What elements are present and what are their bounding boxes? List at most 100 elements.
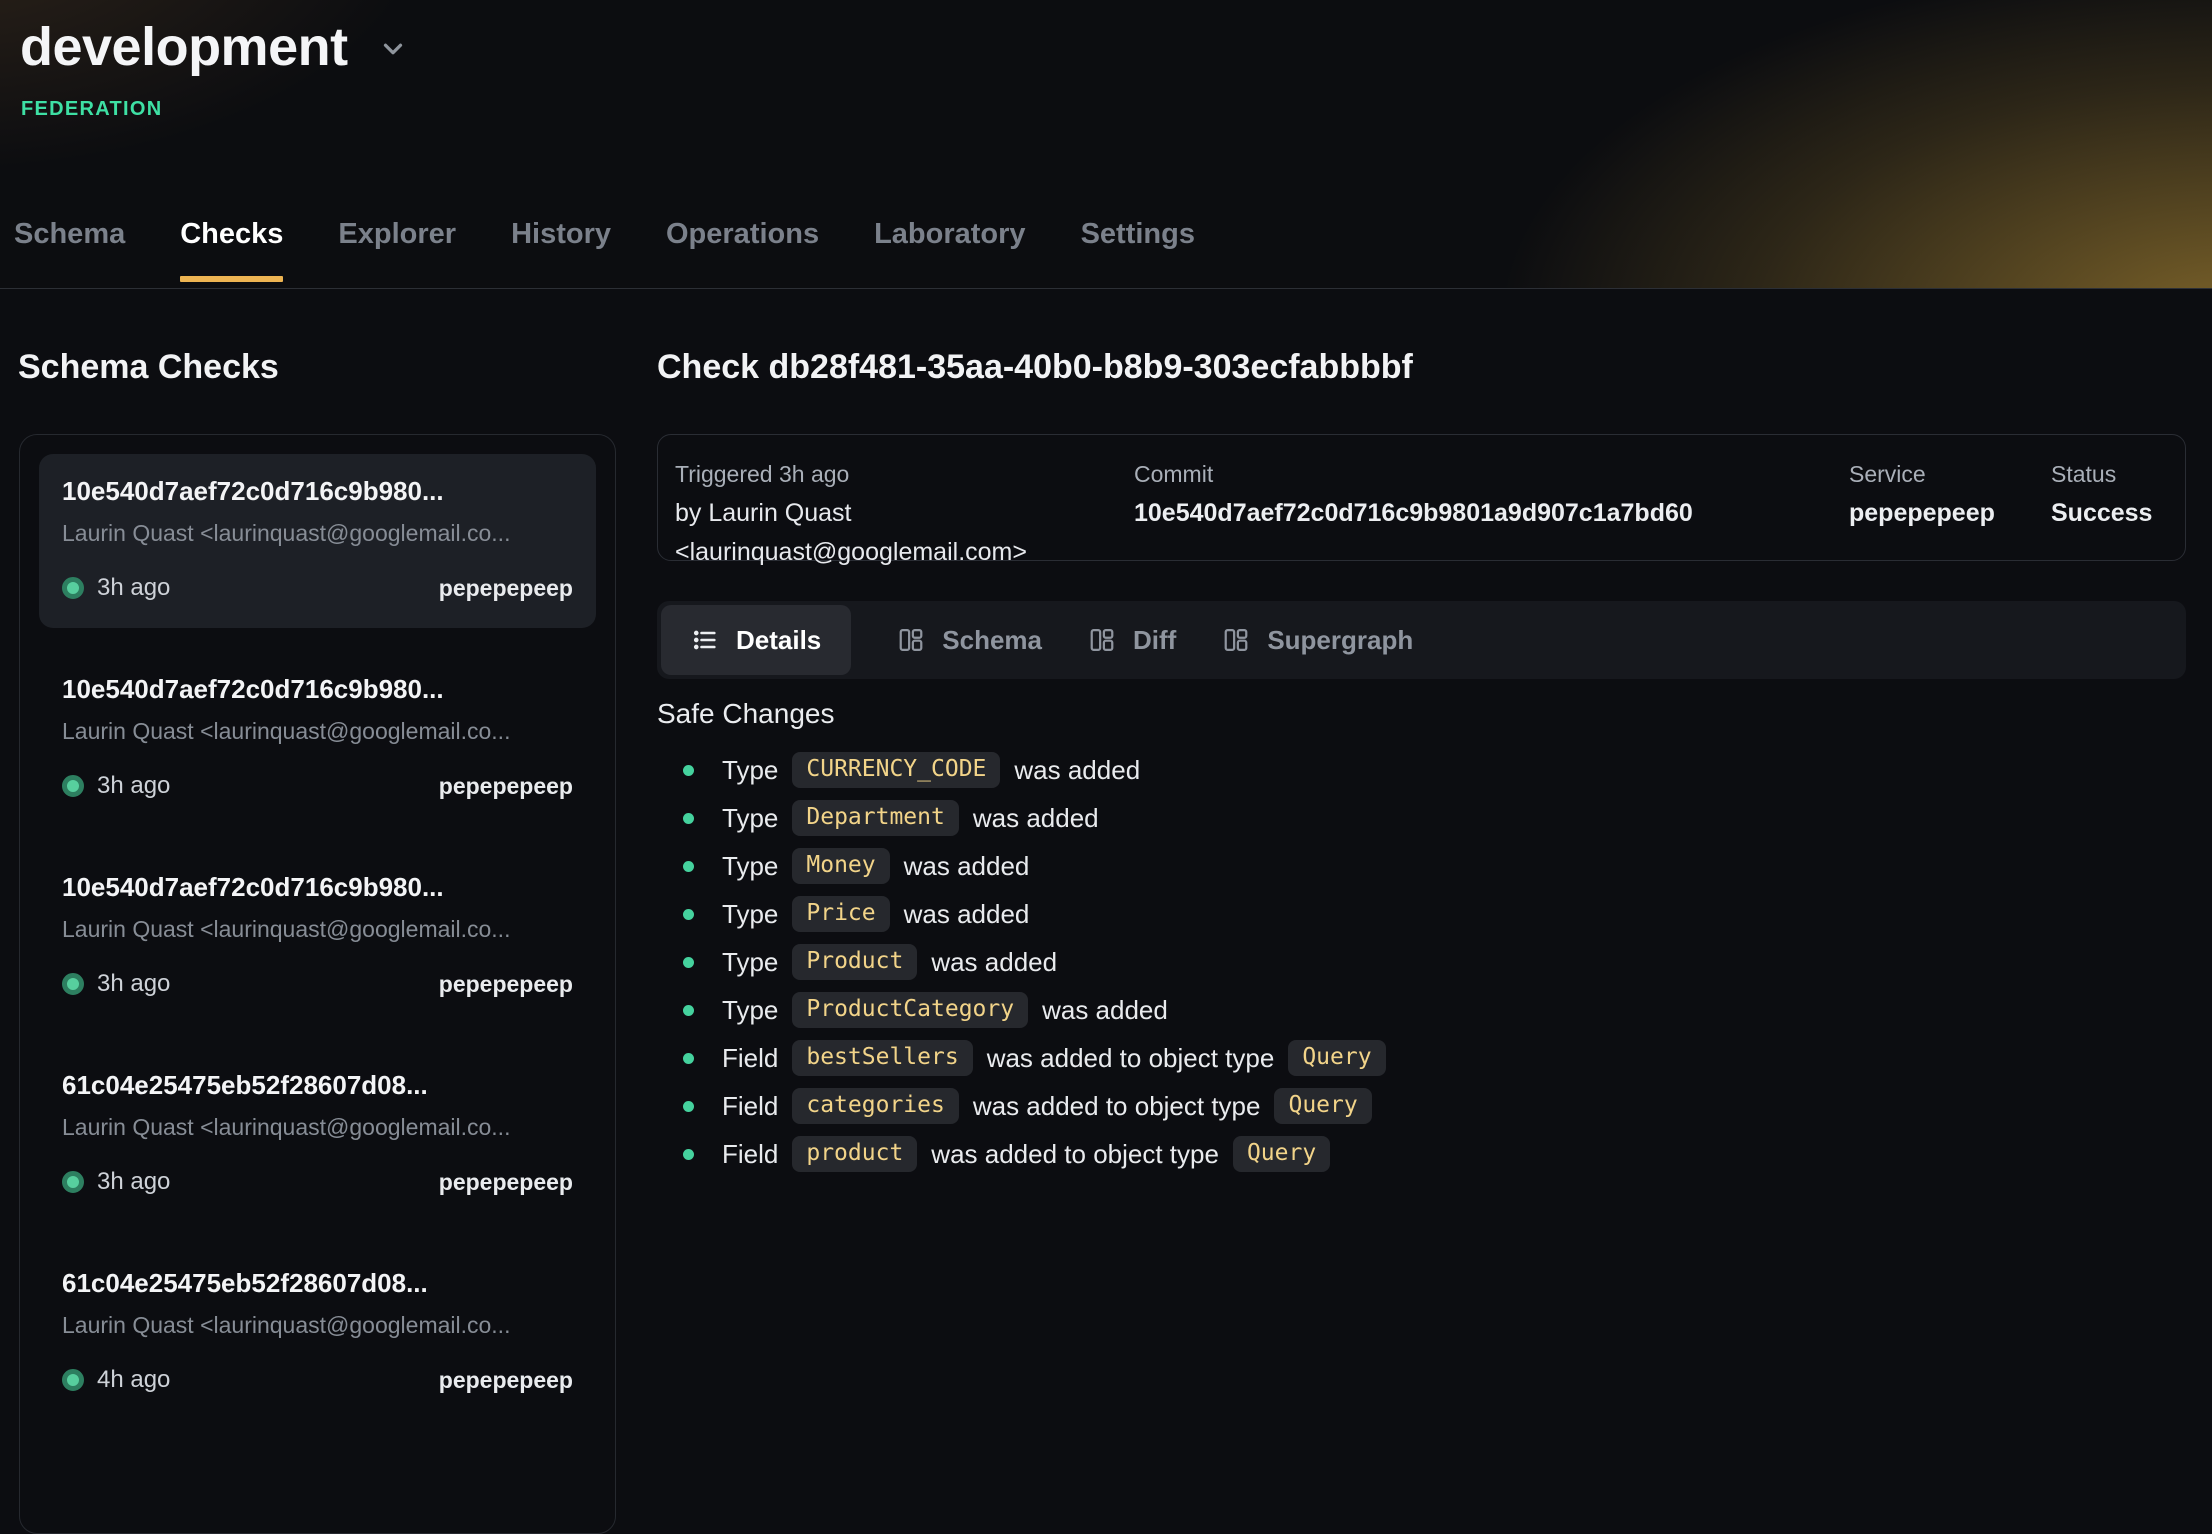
check-hash: 10e540d7aef72c0d716c9b980... bbox=[62, 476, 573, 507]
change-text: was added bbox=[931, 947, 1057, 978]
check-time-row: 3h ago bbox=[62, 574, 170, 602]
change-kind: Type bbox=[722, 947, 778, 978]
nav-tab-checks[interactable]: Checks bbox=[180, 218, 283, 288]
check-author: Laurin Quast <laurinquast@googlemail.co.… bbox=[62, 1312, 573, 1339]
nav-tab-explorer[interactable]: Explorer bbox=[338, 218, 456, 288]
change-row: Type Money was added bbox=[657, 842, 1400, 890]
bullet-icon bbox=[683, 957, 694, 968]
check-time: 3h ago bbox=[97, 1168, 170, 1196]
page-title: development bbox=[20, 16, 348, 78]
change-code-chip: Product bbox=[792, 944, 917, 980]
check-meta-box: Triggered 3h ago by Laurin Quast <laurin… bbox=[657, 434, 2186, 561]
change-text: was added to object type bbox=[973, 1091, 1261, 1122]
schema-check-list-item[interactable]: 10e540d7aef72c0d716c9b980... Laurin Quas… bbox=[39, 652, 596, 826]
check-hash: 10e540d7aef72c0d716c9b980... bbox=[62, 674, 573, 705]
bullet-icon bbox=[683, 909, 694, 920]
bullet-icon bbox=[683, 1149, 694, 1160]
change-text: was added bbox=[1014, 755, 1140, 786]
schema-checks-list: 10e540d7aef72c0d716c9b980... Laurin Quas… bbox=[19, 434, 616, 1534]
change-code-chip: ProductCategory bbox=[792, 992, 1028, 1028]
change-code-chip: Money bbox=[792, 848, 889, 884]
change-kind: Type bbox=[722, 995, 778, 1026]
bullet-icon bbox=[683, 1053, 694, 1064]
bullet-icon bbox=[683, 1101, 694, 1112]
check-footer: 3h ago pepepepeep bbox=[62, 574, 573, 602]
change-row: Field product was added to object type Q… bbox=[657, 1130, 1400, 1178]
check-detail-heading: Check db28f481-35aa-40b0-b8b9-303ecfabbb… bbox=[657, 348, 1413, 387]
check-author: Laurin Quast <laurinquast@googlemail.co.… bbox=[62, 1114, 573, 1141]
schema-check-list-item[interactable]: 61c04e25475eb52f28607d08... Laurin Quast… bbox=[39, 1048, 596, 1222]
nav-tab-history[interactable]: History bbox=[511, 218, 611, 288]
tab-details-label: Details bbox=[736, 625, 821, 656]
check-service: pepepepeep bbox=[439, 971, 573, 998]
tab-details[interactable]: Details bbox=[661, 605, 851, 675]
schema-check-list-item[interactable]: 10e540d7aef72c0d716c9b980... Laurin Quas… bbox=[39, 454, 596, 628]
change-code-chip: bestSellers bbox=[792, 1040, 972, 1076]
check-time-row: 4h ago bbox=[62, 1366, 170, 1394]
change-text: was added to object type bbox=[987, 1043, 1275, 1074]
check-hash: 61c04e25475eb52f28607d08... bbox=[62, 1268, 573, 1299]
change-code-chip: CURRENCY_CODE bbox=[792, 752, 1000, 788]
change-code-chip: Price bbox=[792, 896, 889, 932]
check-footer: 4h ago pepepepeep bbox=[62, 1366, 573, 1394]
check-author: Laurin Quast <laurinquast@googlemail.co.… bbox=[62, 520, 573, 547]
change-target-chip: Query bbox=[1288, 1040, 1385, 1076]
change-text: was added bbox=[1042, 995, 1168, 1026]
change-text: was added bbox=[904, 851, 1030, 882]
change-row: Type Product was added bbox=[657, 938, 1400, 986]
nav-tab-operations[interactable]: Operations bbox=[666, 218, 819, 288]
check-service: pepepepeep bbox=[439, 1367, 573, 1394]
triggered-author: by Laurin Quast bbox=[675, 494, 1027, 533]
change-row: Type Price was added bbox=[657, 890, 1400, 938]
columns-icon bbox=[1088, 626, 1116, 654]
meta-status: Status Success bbox=[2051, 455, 2152, 533]
project-title-row: development bbox=[20, 16, 408, 78]
service-label: Service bbox=[1849, 455, 1995, 494]
tab-diff[interactable]: Diff bbox=[1088, 625, 1176, 656]
meta-commit: Commit 10e540d7aef72c0d716c9b9801a9d907c… bbox=[1134, 455, 1693, 533]
check-time: 3h ago bbox=[97, 574, 170, 602]
check-time: 3h ago bbox=[97, 970, 170, 998]
change-code-chip: categories bbox=[792, 1088, 958, 1124]
check-author: Laurin Quast <laurinquast@googlemail.co.… bbox=[62, 916, 573, 943]
commit-hash: 10e540d7aef72c0d716c9b9801a9d907c1a7bd60 bbox=[1134, 494, 1693, 533]
tab-supergraph[interactable]: Supergraph bbox=[1222, 625, 1413, 656]
bullet-icon bbox=[683, 765, 694, 776]
change-target-chip: Query bbox=[1274, 1088, 1371, 1124]
nav-tab-settings[interactable]: Settings bbox=[1081, 218, 1195, 288]
change-kind: Field bbox=[722, 1091, 778, 1122]
check-view-tabs: Details Schema Diff bbox=[657, 601, 2186, 679]
change-row: Type ProductCategory was added bbox=[657, 986, 1400, 1034]
change-kind: Type bbox=[722, 899, 778, 930]
change-kind: Type bbox=[722, 851, 778, 882]
bullet-icon bbox=[683, 1005, 694, 1016]
change-kind: Field bbox=[722, 1043, 778, 1074]
meta-service: Service pepepepeep bbox=[1849, 455, 1995, 533]
meta-triggered: Triggered 3h ago by Laurin Quast <laurin… bbox=[675, 455, 1027, 572]
nav-tab-schema[interactable]: Schema bbox=[14, 218, 125, 288]
check-author: Laurin Quast <laurinquast@googlemail.co.… bbox=[62, 718, 573, 745]
check-time-row: 3h ago bbox=[62, 772, 170, 800]
check-time-row: 3h ago bbox=[62, 1168, 170, 1196]
status-dot-icon bbox=[62, 973, 84, 995]
check-hash: 10e540d7aef72c0d716c9b980... bbox=[62, 872, 573, 903]
check-service: pepepepeep bbox=[439, 1169, 573, 1196]
status-dot-icon bbox=[62, 775, 84, 797]
service-name: pepepepeep bbox=[1849, 494, 1995, 533]
safe-changes-heading: Safe Changes bbox=[657, 698, 834, 730]
schema-checks-heading: Schema Checks bbox=[18, 348, 279, 387]
change-row: Field bestSellers was added to object ty… bbox=[657, 1034, 1400, 1082]
check-service: pepepepeep bbox=[439, 773, 573, 800]
commit-label: Commit bbox=[1134, 455, 1693, 494]
nav-tab-laboratory[interactable]: Laboratory bbox=[874, 218, 1025, 288]
change-target-chip: Query bbox=[1233, 1136, 1330, 1172]
page-header: development FEDERATION Schema Checks Exp… bbox=[0, 0, 2212, 289]
project-switcher-button[interactable] bbox=[378, 34, 408, 69]
schema-check-list-item[interactable]: 10e540d7aef72c0d716c9b980... Laurin Quas… bbox=[39, 850, 596, 1024]
schema-check-list-item[interactable]: 61c04e25475eb52f28607d08... Laurin Quast… bbox=[39, 1246, 596, 1420]
status-label: Status bbox=[2051, 455, 2152, 494]
status-value: Success bbox=[2051, 494, 2152, 533]
change-row: Type CURRENCY_CODE was added bbox=[657, 746, 1400, 794]
check-time: 3h ago bbox=[97, 772, 170, 800]
tab-schema[interactable]: Schema bbox=[897, 625, 1042, 656]
